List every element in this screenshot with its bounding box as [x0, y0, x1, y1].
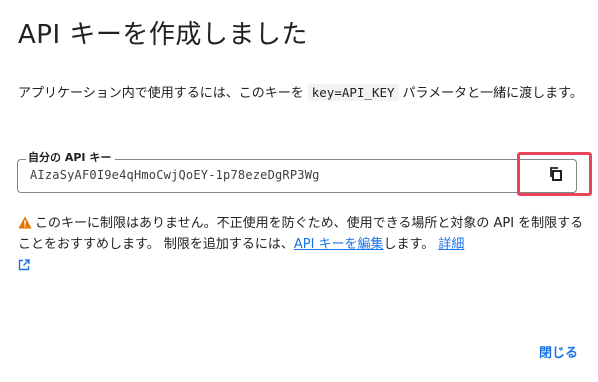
copy-icon [550, 167, 562, 181]
external-link-icon[interactable] [18, 259, 30, 271]
copy-button[interactable] [548, 166, 564, 182]
warning-icon [18, 216, 32, 229]
description-text-after: パラメータと一緒に渡します。 [402, 86, 583, 101]
unrestricted-key-warning: このキーに制限はありません。不正使用を防ぐため、使用できる場所と対象の API … [18, 213, 584, 271]
api-key-label: 自分の API キー [26, 151, 116, 165]
api-key-value[interactable]: AIzaSyAF0I9e4qHmoCwjQoEY-1p78ezeDgRP3Wg [30, 168, 320, 182]
description-text: アプリケーション内で使用するには、このキーを [18, 86, 304, 101]
close-button[interactable]: 閉じる [539, 344, 578, 364]
warning-text-after: します。 [383, 237, 435, 252]
key-param-code: key=API_KEY [307, 84, 399, 101]
learn-more-link[interactable]: 詳細 [438, 237, 464, 252]
api-key-field[interactable]: 自分の API キー AIzaSyAF0I9e4qHmoCwjQoEY-1p78… [17, 151, 577, 193]
api-key-created-dialog: API キーを作成しました アプリケーション内で使用するには、このキーを key=… [0, 0, 598, 382]
edit-api-key-link[interactable]: API キーを編集 [294, 237, 384, 252]
dialog-title: API キーを作成しました [18, 20, 308, 50]
dialog-description: アプリケーション内で使用するには、このキーを key=API_KEY パラメータと一… [18, 82, 583, 104]
